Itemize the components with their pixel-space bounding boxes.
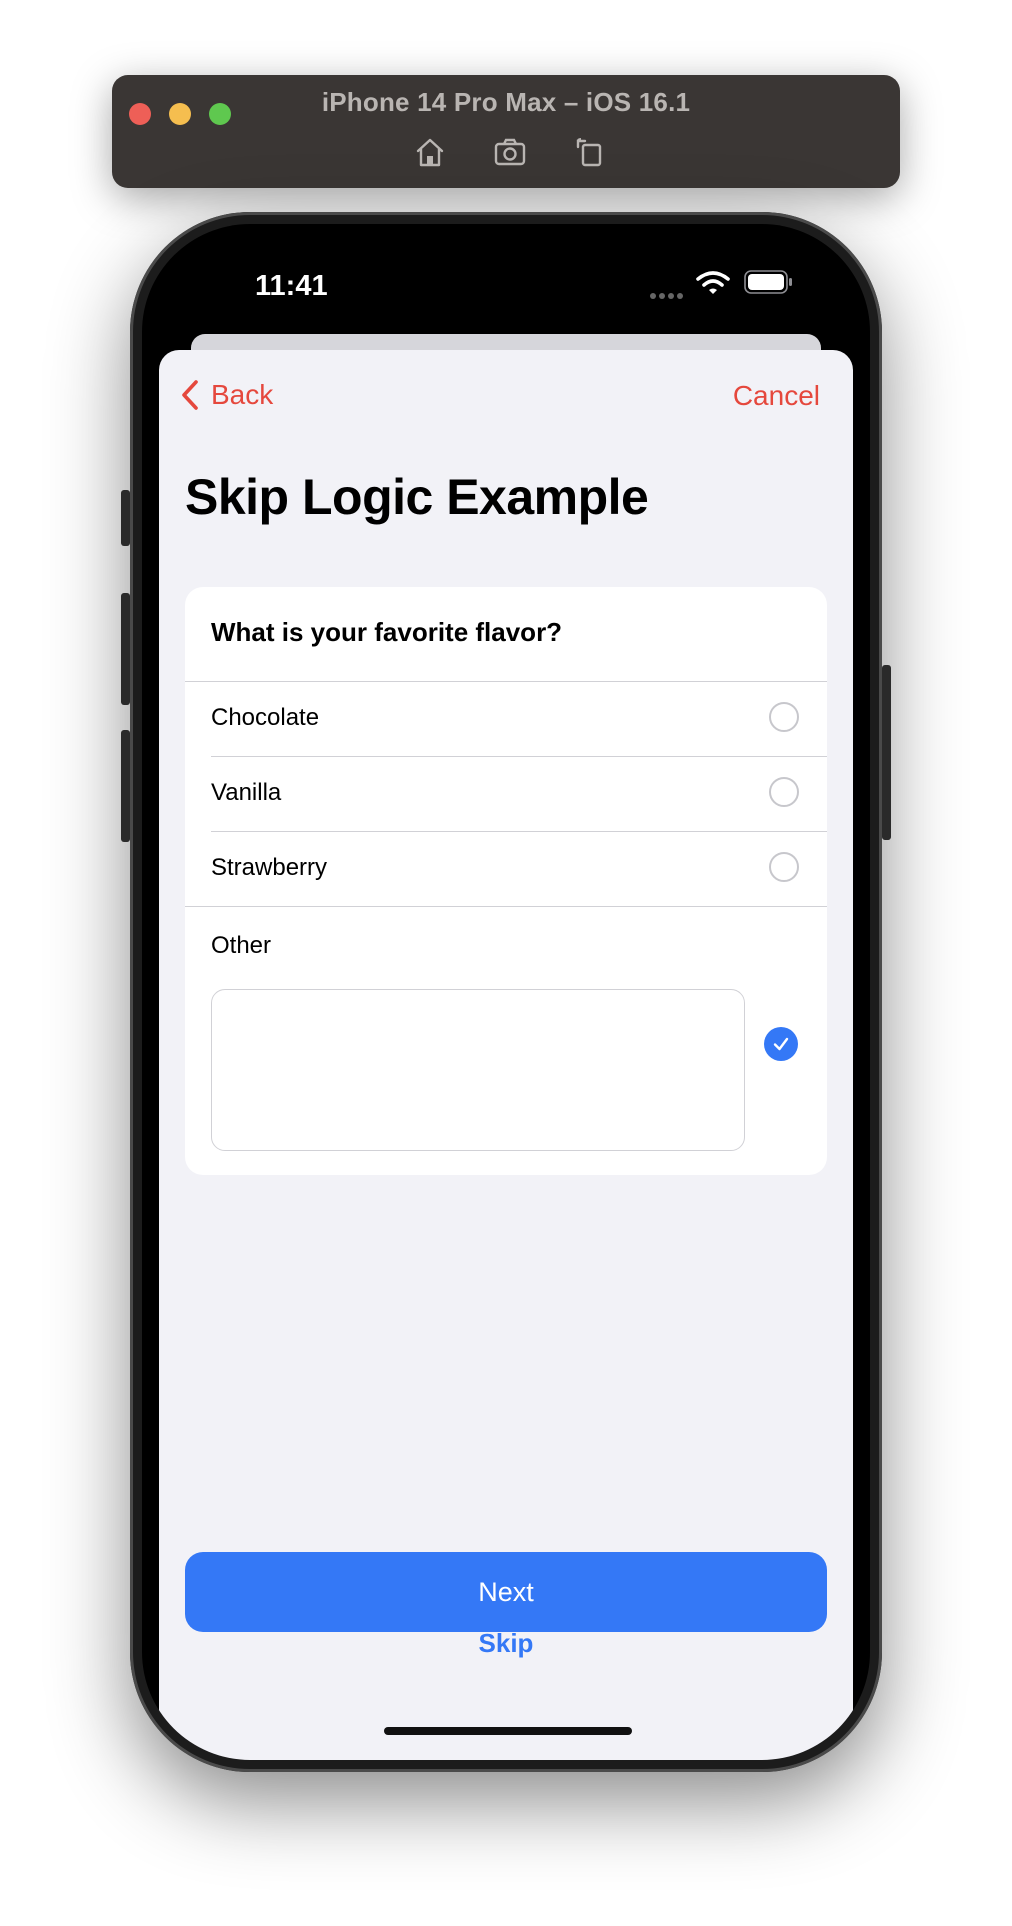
simulator-titlebar: iPhone 14 Pro Max – iOS 16.1 <box>112 75 900 188</box>
back-button[interactable]: Back <box>179 378 273 412</box>
dynamic-island <box>410 260 600 316</box>
page-title: Skip Logic Example <box>185 469 649 525</box>
skip-button[interactable]: Skip <box>159 1628 853 1659</box>
other-option-label: Other <box>211 932 272 959</box>
other-text-input[interactable] <box>211 989 745 1151</box>
simulator-toolbar <box>412 135 632 169</box>
divider <box>185 906 827 907</box>
home-icon[interactable] <box>412 135 448 169</box>
wifi-icon <box>696 270 730 296</box>
back-button-label: Back <box>211 379 274 410</box>
cancel-button[interactable]: Cancel <box>733 380 820 412</box>
radio-unselected-icon[interactable] <box>769 777 799 807</box>
power-button <box>882 665 891 840</box>
option-label: Strawberry <box>211 854 328 881</box>
option-row-chocolate[interactable]: Chocolate <box>185 682 827 756</box>
option-label: Chocolate <box>211 704 320 731</box>
status-bar: 11:41 <box>142 224 870 316</box>
radio-unselected-icon[interactable] <box>769 852 799 882</box>
action-button <box>121 490 130 546</box>
question-card: What is your favorite flavor? Chocolate … <box>185 587 827 1175</box>
home-indicator <box>384 1727 632 1735</box>
cellular-signal-icon <box>650 286 686 299</box>
radio-unselected-icon[interactable] <box>769 702 799 732</box>
option-row-strawberry[interactable]: Strawberry <box>185 832 827 906</box>
volume-down-button <box>121 730 130 842</box>
option-row-vanilla[interactable]: Vanilla <box>185 757 827 831</box>
rotate-icon[interactable] <box>572 135 608 169</box>
screenshot-icon[interactable] <box>492 135 528 169</box>
phone-screen: 11:41 Back Cancel Skip Logic Example Wha… <box>142 224 870 1760</box>
survey-sheet: Back Cancel Skip Logic Example What is y… <box>159 350 853 1760</box>
status-time: 11:41 <box>255 270 328 302</box>
volume-up-button <box>121 593 130 705</box>
question-text: What is your favorite flavor? <box>211 617 563 647</box>
next-button[interactable]: Next <box>185 1552 827 1632</box>
checkmark-selected-icon[interactable] <box>764 1027 798 1061</box>
battery-icon <box>744 270 794 294</box>
option-label: Vanilla <box>211 779 282 806</box>
simulator-title: iPhone 14 Pro Max – iOS 16.1 <box>321 87 691 117</box>
chevron-left-icon <box>182 380 198 410</box>
